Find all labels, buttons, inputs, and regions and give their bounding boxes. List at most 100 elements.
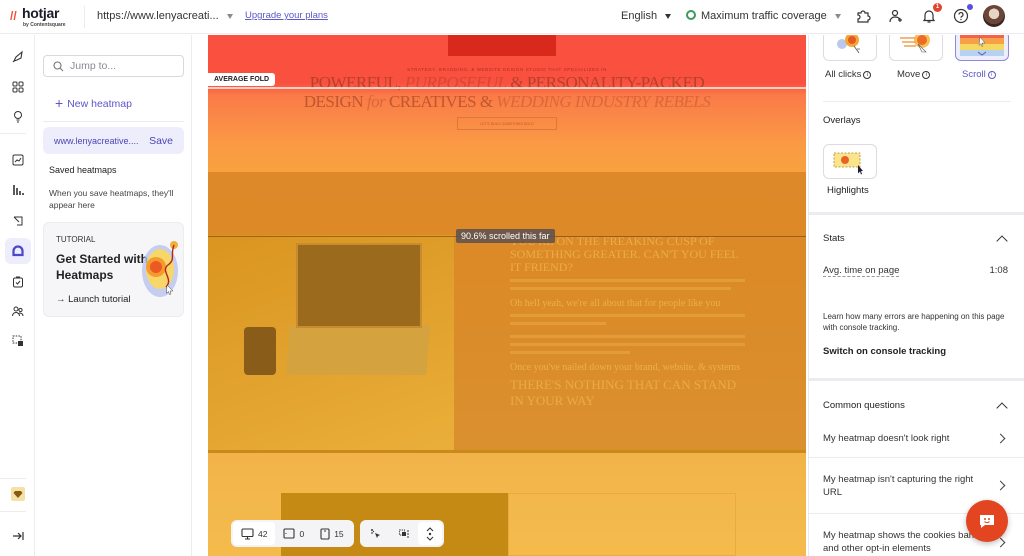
status-ring-icon <box>686 10 696 20</box>
rail-item-interviews[interactable] <box>5 300 31 322</box>
expand-vertical-icon <box>426 526 434 541</box>
device-tablet-button[interactable]: 0 <box>275 522 312 545</box>
site-url-dropdown[interactable]: https://www.lenyacreati... <box>97 10 233 22</box>
headline-part: for <box>366 92 386 111</box>
rail-item-surveys[interactable] <box>5 271 31 293</box>
hero-image <box>448 35 556 56</box>
traffic-label: Maximum traffic coverage <box>701 10 827 22</box>
copy-line <box>510 287 731 290</box>
phone-mockup <box>244 327 276 375</box>
rail-item-getting-started[interactable] <box>5 46 31 68</box>
rail-item-insights[interactable] <box>5 105 31 127</box>
overlays-heading: Overlays <box>823 115 861 126</box>
collapse-questions-chevron-icon[interactable] <box>996 402 1008 414</box>
site-cta-button: LET'S BUILD SOMETHING BOLD <box>457 117 557 130</box>
average-fold-label: AVERAGE FOLD <box>208 73 276 86</box>
lightbulb-icon <box>14 111 22 123</box>
headline-part: PURPOSEFUL <box>404 73 507 92</box>
device-desktop-button[interactable]: 42 <box>233 522 276 545</box>
collapse-sidebar-button[interactable] <box>5 525 31 547</box>
new-heatmap-button[interactable]: + New heatmap <box>55 95 132 111</box>
saved-heatmaps-heading: Saved heatmaps <box>49 165 117 175</box>
upgrade-plans-link[interactable]: Upgrade your plans <box>245 10 328 21</box>
site-tagline: STRATEGY, BRANDING, & WEBSITE DESIGN STU… <box>407 67 607 72</box>
integrations-button[interactable] <box>853 6 873 26</box>
copy-line <box>510 322 606 325</box>
avatar[interactable] <box>983 5 1005 27</box>
chevron-right-icon <box>995 480 1006 491</box>
avg-time-label[interactable]: Avg. time on page <box>823 265 900 277</box>
scroll-depth-toggle[interactable] <box>417 522 442 545</box>
collapse-stats-chevron-icon[interactable] <box>996 235 1008 247</box>
copy-line <box>510 351 630 354</box>
arrow-right-icon: → <box>56 294 69 305</box>
divider <box>823 101 1011 102</box>
feedback-chat-button[interactable] <box>966 500 1008 542</box>
copy-line <box>510 279 746 282</box>
info-icon[interactable]: i <box>863 71 872 79</box>
common-questions-heading: Common questions <box>823 400 905 411</box>
funnels-icon <box>13 185 24 195</box>
notifications-button[interactable]: 1 <box>919 3 942 26</box>
faq-item[interactable]: My heatmap shows the cookies banner and … <box>823 529 993 555</box>
rail-item-trends[interactable] <box>5 149 31 171</box>
current-heatmap-item[interactable]: www.lenyacreative.... Save <box>43 127 184 154</box>
traffic-coverage-dropdown[interactable]: Maximum traffic coverage <box>686 10 841 22</box>
console-tracking-link[interactable]: Switch on console tracking <box>823 346 946 357</box>
rail-item-dashboards[interactable] <box>5 76 31 98</box>
info-icon[interactable]: i <box>987 71 996 79</box>
jump-to-search-input[interactable]: Jump to... <box>43 55 184 77</box>
site-headline-line-1: POWERFUL, PURPOSEFUL & PERSONALITY-PACKE… <box>208 73 806 93</box>
rail-item-plan[interactable] <box>5 483 31 505</box>
invite-user-button[interactable] <box>886 6 906 26</box>
rail-item-highlights[interactable] <box>5 330 31 352</box>
avg-time-value: 1:08 <box>989 265 1009 276</box>
select-element-button[interactable] <box>362 522 390 545</box>
heatmap-toolbar: 42 0 15 <box>231 520 444 547</box>
rail-item-funnels[interactable] <box>5 179 31 201</box>
logo-text: hotjar <box>22 5 60 21</box>
move-heatmap-icon <box>900 35 930 53</box>
plan-gem-icon <box>11 487 25 501</box>
info-icon[interactable]: i <box>922 71 931 79</box>
mode-all-clicks-button[interactable] <box>823 35 877 61</box>
heatmap-illustration-icon <box>142 241 178 297</box>
mode-label-text: Scroll <box>962 69 986 80</box>
launch-tutorial-label: Launch tutorial <box>68 294 131 305</box>
copy-line <box>510 335 746 338</box>
chevron-right-icon <box>995 433 1006 444</box>
rail-item-heatmaps[interactable] <box>5 238 31 264</box>
copy-line <box>510 343 746 346</box>
device-mobile-button[interactable]: 15 <box>312 522 351 545</box>
faq-item[interactable]: My heatmap isn't capturing the right URL <box>823 473 983 499</box>
mode-label-text: All clicks <box>825 69 862 80</box>
filter-elements-button[interactable] <box>390 522 418 545</box>
site-copy-block: YOU'RE ON THE FREAKING CUSP OF SOMETHING… <box>510 235 750 409</box>
element-select-icon <box>370 528 380 538</box>
launch-tutorial-button[interactable]: → Launch tutorial <box>56 294 130 305</box>
mode-scroll-label: Scroll i <box>962 69 996 80</box>
new-heatmap-label: New heatmap <box>67 98 132 110</box>
element-filter-icon <box>398 529 409 537</box>
copy-subheading: Once you've nailed down your brand, webs… <box>510 362 741 373</box>
section-divider <box>809 378 1024 381</box>
interviews-icon <box>12 306 24 317</box>
highlights-overlay-button[interactable] <box>823 144 877 179</box>
mode-move-label: Move i <box>897 69 931 80</box>
rail-item-recordings[interactable] <box>5 210 31 232</box>
section-divider <box>208 450 806 453</box>
save-heatmap-button[interactable]: Save <box>149 135 173 147</box>
help-button[interactable] <box>951 4 973 26</box>
language-dropdown[interactable]: English <box>621 10 672 22</box>
current-heatmap-url: www.lenyacreative.... <box>54 136 139 146</box>
headline-part: CREATIVES & <box>385 92 497 111</box>
surveys-icon <box>13 276 23 288</box>
divider <box>43 121 184 122</box>
highlights-overlay-icon <box>833 152 863 175</box>
scroll-heatmap-icon <box>960 35 1004 56</box>
mode-scroll-button[interactable] <box>955 35 1009 61</box>
notification-badge: 1 <box>933 3 942 12</box>
faq-item[interactable]: My heatmap doesn't look right <box>823 432 983 445</box>
scroll-heatmap-canvas[interactable]: STRATEGY, BRANDING, & WEBSITE DESIGN STU… <box>208 35 806 556</box>
mode-move-button[interactable] <box>889 35 943 61</box>
